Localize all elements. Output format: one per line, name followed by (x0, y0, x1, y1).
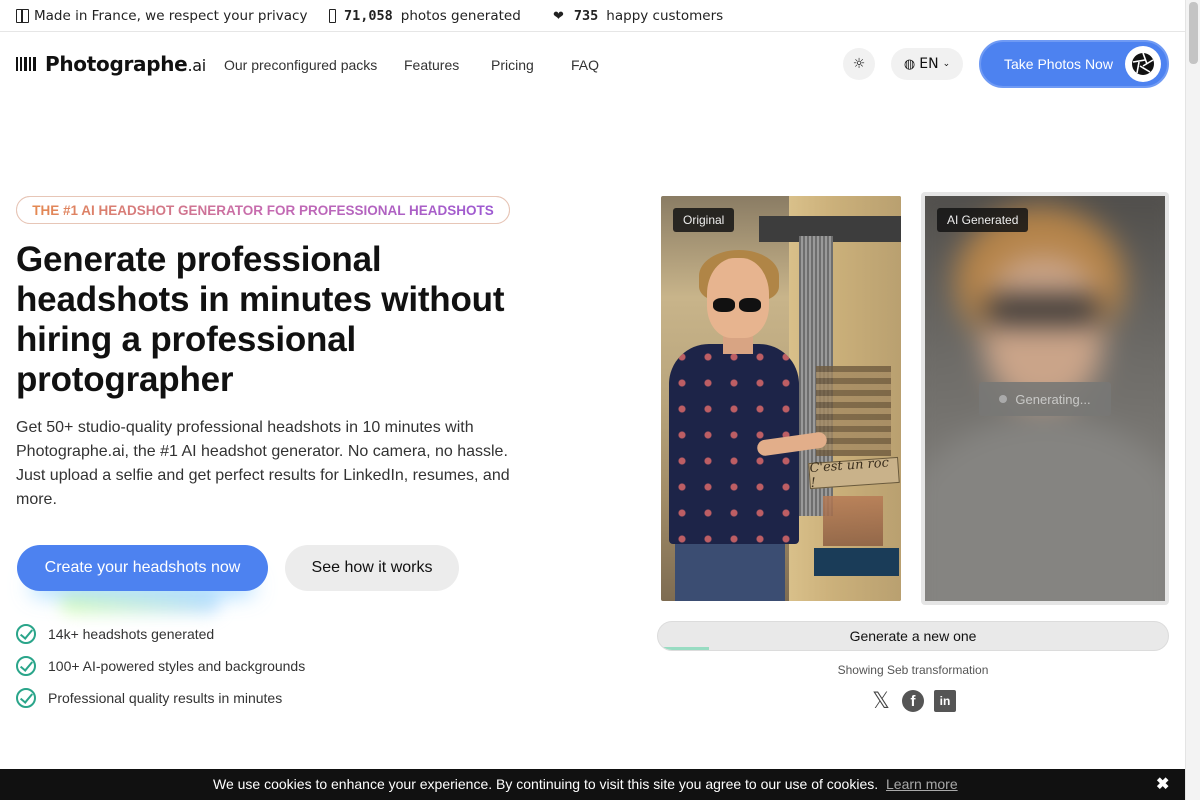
loading-dot-icon (999, 395, 1008, 403)
photos-count: 71,058 (344, 8, 393, 24)
photos-label: photos generated (400, 8, 521, 24)
privacy-text: Made in France, we respect your privacy (34, 8, 308, 24)
phone-icon (329, 9, 336, 23)
cookie-banner: We use cookies to enhance your experienc… (0, 769, 1185, 800)
globe-icon: ◍ (903, 56, 916, 72)
generating-indicator: Generating... (979, 382, 1111, 416)
ai-generated-tag: AI Generated (937, 208, 1029, 232)
scrollbar-thumb[interactable] (1189, 2, 1198, 64)
see-how-it-works-button[interactable]: See how it works (285, 545, 459, 591)
check-circle-icon (16, 624, 36, 644)
generate-new-button[interactable]: Generate a new one (657, 621, 1169, 651)
site-header: Photographe.ai Our preconfigured packs F… (0, 32, 1185, 96)
original-photo: C'est un roc ! Original (661, 196, 901, 601)
logo-bars-icon (16, 55, 36, 73)
logo-text: Photographe.ai (45, 52, 206, 76)
sun-icon: ☼ (852, 56, 866, 72)
take-photos-button[interactable]: Take Photos Now (979, 40, 1169, 88)
check-circle-icon (16, 688, 36, 708)
x-twitter-icon[interactable]: 𝕏 (870, 689, 892, 714)
transformation-caption: Showing Seb transformation (837, 663, 989, 677)
feature-text: 14k+ headshots generated (48, 626, 215, 642)
logo[interactable]: Photographe.ai (16, 52, 206, 76)
flag-icon (16, 9, 29, 23)
feature-item: Professional quality results in minutes (16, 688, 282, 708)
announcement-bar: Made in France, we respect your privacy … (0, 0, 1185, 32)
camera-shutter-icon (1125, 46, 1161, 82)
customers-stat: ❤ 735 happy customers (553, 8, 723, 24)
generating-label: Generating... (1015, 391, 1091, 407)
hero-description: Get 50+ studio-quality professional head… (16, 419, 510, 508)
nav-link-faq[interactable]: FAQ (571, 57, 599, 73)
photo-sign: C'est un roc ! (808, 456, 900, 491)
language-selector[interactable]: ◍ EN ⌄ (891, 48, 963, 80)
cookie-learn-more-link[interactable]: Learn more (886, 776, 958, 792)
linkedin-icon[interactable]: in (934, 690, 956, 712)
feature-item: 14k+ headshots generated (16, 624, 214, 644)
hero-title: Generate professional headshots in minut… (16, 240, 505, 399)
feature-item: 100+ AI-powered styles and backgrounds (16, 656, 305, 676)
feature-text: 100+ AI-powered styles and backgrounds (48, 658, 306, 674)
button-glow (60, 590, 220, 614)
privacy-notice: Made in France, we respect your privacy (16, 8, 307, 24)
heart-icon: ❤ (553, 8, 564, 24)
hero-badge: THE #1 AI HEADSHOT GENERATOR FOR PROFESS… (16, 196, 510, 224)
feature-text: Professional quality results in minutes (48, 690, 283, 706)
photos-stat: 71,058 photos generated (329, 8, 521, 24)
nav-link-packs[interactable]: Our preconfigured packs (224, 57, 377, 73)
original-tag: Original (673, 208, 735, 232)
sunglasses (713, 298, 761, 312)
theme-toggle-button[interactable]: ☼ (843, 48, 875, 80)
customers-label: happy customers (606, 8, 724, 24)
cookie-message: We use cookies to enhance your experienc… (213, 776, 958, 792)
nav-link-features[interactable]: Features (404, 57, 459, 73)
ai-generated-photo: AI Generated Generating... (925, 196, 1165, 601)
take-photos-label: Take Photos Now (1004, 56, 1113, 72)
cookie-text: We use cookies to enhance your experienc… (213, 776, 879, 792)
nav-link-pricing[interactable]: Pricing (491, 57, 534, 73)
check-circle-icon (16, 656, 36, 676)
create-headshots-button[interactable]: Create your headshots now (17, 545, 268, 591)
chevron-down-icon: ⌄ (942, 59, 951, 69)
customers-count: 735 (573, 8, 599, 24)
facebook-icon[interactable]: f (902, 690, 924, 712)
close-icon[interactable]: ✖ (1156, 774, 1169, 794)
page-scrollbar[interactable] (1185, 0, 1200, 800)
language-label: EN (919, 56, 939, 72)
generate-new-label: Generate a new one (849, 628, 977, 644)
generate-progress-bar (658, 647, 709, 650)
